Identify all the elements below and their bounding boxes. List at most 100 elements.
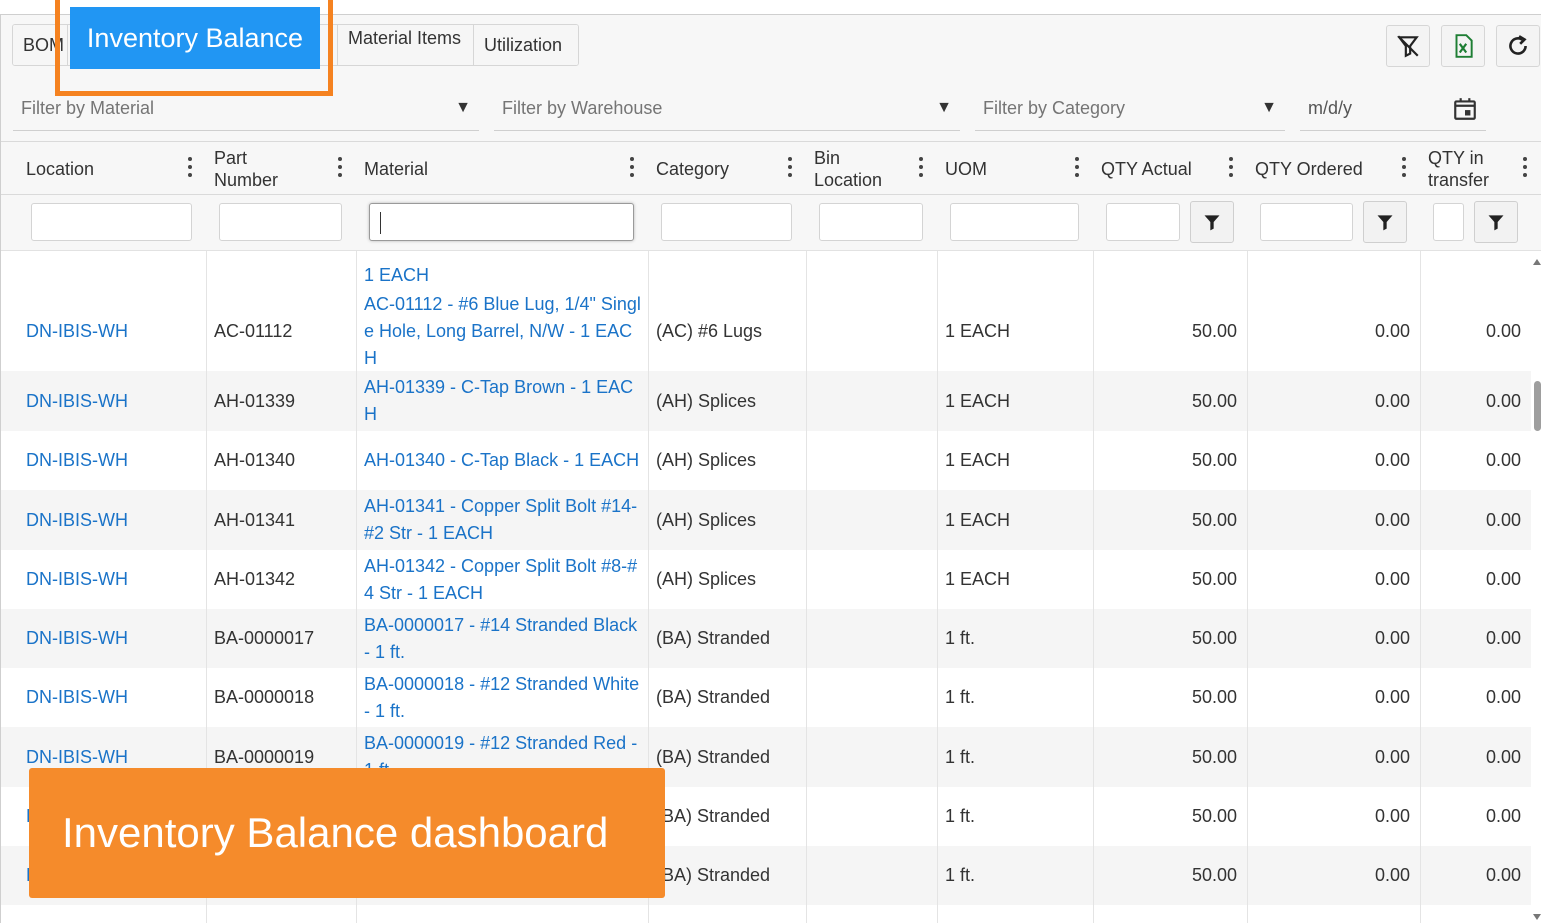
tab-inventory-balance[interactable]: Inventory Balance bbox=[70, 7, 320, 69]
uom-cell: 1 ft. bbox=[945, 628, 976, 648]
column-filter-input-qty-ordered[interactable] bbox=[1260, 203, 1353, 241]
table-row[interactable]: DN-IBIS-WH AC-01112 AC-01112 - #6 Blue Lug… bbox=[1, 292, 1531, 371]
column-menu-icon[interactable] bbox=[1523, 157, 1527, 179]
column-menu-icon[interactable] bbox=[1402, 157, 1406, 179]
bin-location-cell bbox=[806, 668, 937, 727]
warehouse-filter-dropdown[interactable]: Filter by Warehouse ▼ bbox=[494, 87, 960, 131]
material-cell[interactable]: BA-0000017 - #14 Stranded Black - 1 ft. bbox=[356, 609, 648, 668]
category-cell: (AH) Splices bbox=[656, 569, 757, 589]
column-menu-icon[interactable] bbox=[338, 157, 342, 179]
column-filter-button[interactable] bbox=[1190, 201, 1234, 243]
qty-in-transfer-cell: 0.00 bbox=[1485, 746, 1521, 767]
column-filter-input-bin-location[interactable] bbox=[819, 203, 923, 241]
column-filter-input-material[interactable] bbox=[369, 203, 634, 241]
scroll-up-arrow-icon[interactable] bbox=[1533, 259, 1541, 265]
bin-location-cell bbox=[806, 727, 937, 787]
caret-down-icon: ▼ bbox=[455, 99, 471, 116]
scroll-thumb[interactable] bbox=[1534, 381, 1541, 431]
location-cell[interactable]: DN-IBIS-WH bbox=[18, 609, 206, 668]
uom-cell: 1 ft. bbox=[937, 905, 1093, 923]
location-cell[interactable]: DN-IBIS-WH bbox=[18, 905, 206, 923]
date-filter-text: m/d/y bbox=[1308, 98, 1353, 118]
column-menu-icon[interactable] bbox=[188, 157, 192, 179]
material-cell[interactable]: AH-01341 - Copper Split Bolt #14-#2 Str … bbox=[356, 490, 648, 550]
location-cell[interactable]: DN-IBIS-WH bbox=[18, 371, 206, 431]
column-filter-input-part-number[interactable] bbox=[219, 203, 342, 241]
vertical-scrollbar[interactable] bbox=[1532, 251, 1541, 923]
grid-filter-row bbox=[1, 195, 1541, 251]
qty-ordered-cell: 0.00 bbox=[1374, 746, 1410, 767]
location-cell[interactable]: DN-IBIS-WH bbox=[18, 292, 206, 371]
column-menu-icon[interactable] bbox=[788, 157, 792, 179]
table-row[interactable]: DN-IBIS-WH AH-01342 AH-01342 - Copper Spli… bbox=[1, 550, 1531, 609]
refresh-button[interactable] bbox=[1496, 25, 1540, 67]
location-cell[interactable]: DN-IBIS-WH bbox=[18, 550, 206, 609]
date-filter-input[interactable]: m/d/y bbox=[1300, 87, 1486, 131]
column-menu-icon[interactable] bbox=[630, 157, 634, 179]
scroll-down-arrow-icon[interactable] bbox=[1533, 914, 1541, 920]
column-header-qty-in-transfer[interactable]: QTY in transfer bbox=[1420, 142, 1531, 195]
column-header-category[interactable]: Category bbox=[648, 142, 806, 195]
grid-header: Location Part Number Material Category Bin L… bbox=[1, 141, 1541, 195]
qty-actual-cell: 50.00 bbox=[1191, 806, 1237, 826]
location-cell[interactable]: DN-IBIS-WH bbox=[18, 431, 206, 490]
bin-location-cell bbox=[806, 431, 937, 490]
column-header-label: UOM bbox=[945, 158, 987, 179]
category-cell: (BA) Stranded bbox=[656, 865, 771, 885]
clear-filters-button[interactable] bbox=[1386, 25, 1430, 67]
tab-material-items[interactable]: Material Items bbox=[338, 25, 474, 65]
column-header-qty-ordered[interactable]: QTY Ordered bbox=[1247, 142, 1420, 195]
column-filter-input-category[interactable] bbox=[661, 203, 792, 241]
column-menu-icon[interactable] bbox=[1075, 157, 1079, 179]
column-filter-input-qty-in-transfer[interactable] bbox=[1433, 203, 1464, 241]
location-cell[interactable]: DN-IBIS-WH bbox=[18, 668, 206, 727]
material-cell[interactable]: AH-01342 - Copper Split Bolt #8-#4 Str -… bbox=[356, 550, 648, 609]
category-cell: (AH) Splices bbox=[656, 390, 757, 411]
category-cell: (AH) Splices bbox=[656, 509, 757, 530]
material-cell[interactable]: AH-01340 - C-Tap Black - 1 EACH bbox=[356, 431, 648, 490]
table-row[interactable]: DN-IBIS-WH BA-0000018 BA-0000018 - #12 Str… bbox=[1, 668, 1531, 727]
table-row[interactable]: DN-IBIS-WH AH-01339 AH-01339 - C-Tap Brown… bbox=[1, 371, 1531, 431]
column-header-qty-actual[interactable]: QTY Actual bbox=[1093, 142, 1247, 195]
filter-icon bbox=[1488, 215, 1504, 231]
table-row[interactable]: DN-IBIS-WHBA-0000026BA-0000026 - 6 AWG R… bbox=[1, 905, 1531, 923]
export-excel-button[interactable] bbox=[1441, 25, 1485, 67]
material-cell[interactable]: 1 EACH bbox=[356, 251, 648, 292]
uom-cell: 1 ft. bbox=[945, 865, 976, 885]
caret-down-icon: ▼ bbox=[936, 99, 952, 116]
column-menu-icon[interactable] bbox=[1229, 157, 1233, 179]
qty-in-transfer-cell: 0.00 bbox=[1485, 569, 1521, 589]
table-row[interactable]: DN-IBIS-WH AH-01340 AH-01340 - C-Tap Black… bbox=[1, 431, 1531, 490]
column-header-uom[interactable]: UOM bbox=[937, 142, 1093, 195]
material-cell[interactable]: BA-0000018 - #12 Stranded White - 1 ft. bbox=[356, 668, 648, 727]
part-number-cell: AH-01341 bbox=[214, 509, 296, 530]
material-cell[interactable]: AC-01112 - #6 Blue Lug, 1/4" Single Hole… bbox=[356, 292, 648, 371]
material-cell[interactable]: BA-0000026 - 6 AWG Red Copper bbox=[356, 905, 648, 923]
column-menu-icon[interactable] bbox=[919, 157, 923, 179]
table-row-partial[interactable]: 1 EACH bbox=[1, 251, 1531, 292]
category-cell: (AH) Splices bbox=[656, 450, 757, 470]
material-cell[interactable]: AH-01339 - C-Tap Brown - 1 EACH bbox=[356, 371, 648, 431]
uom-cell: 1 ft. bbox=[945, 746, 976, 767]
tab-utilization[interactable]: Utilization bbox=[474, 25, 578, 65]
qty-ordered-cell: 0.00 bbox=[1374, 687, 1410, 707]
column-filter-button[interactable] bbox=[1474, 201, 1518, 243]
column-header-material[interactable]: Material bbox=[356, 142, 648, 195]
qty-ordered-cell: 0.00 bbox=[1374, 509, 1410, 530]
table-row[interactable]: DN-IBIS-WH AH-01341 AH-01341 - Copper Spli… bbox=[1, 490, 1531, 550]
column-filter-button[interactable] bbox=[1363, 201, 1407, 243]
column-header-bin-location[interactable]: Bin Location bbox=[806, 142, 937, 195]
part-number-cell: BA-0000018 bbox=[214, 687, 315, 707]
bin-location-cell bbox=[806, 846, 937, 905]
table-row[interactable]: DN-IBIS-WH BA-0000017 BA-0000017 - #14 Str… bbox=[1, 609, 1531, 668]
column-filter-input-qty-actual[interactable] bbox=[1106, 203, 1180, 241]
column-header-location[interactable]: Location bbox=[18, 142, 206, 195]
calendar-icon[interactable] bbox=[1452, 96, 1478, 122]
location-cell[interactable]: DN-IBIS-WH bbox=[18, 490, 206, 550]
column-header-label: Material bbox=[364, 158, 429, 179]
column-filter-input-location[interactable] bbox=[31, 203, 192, 241]
category-filter-dropdown[interactable]: Filter by Category ▼ bbox=[975, 87, 1285, 131]
column-filter-input-uom[interactable] bbox=[950, 203, 1079, 241]
uom-cell: 1 ft. bbox=[945, 687, 976, 707]
column-header-part-number[interactable]: Part Number bbox=[206, 142, 356, 195]
